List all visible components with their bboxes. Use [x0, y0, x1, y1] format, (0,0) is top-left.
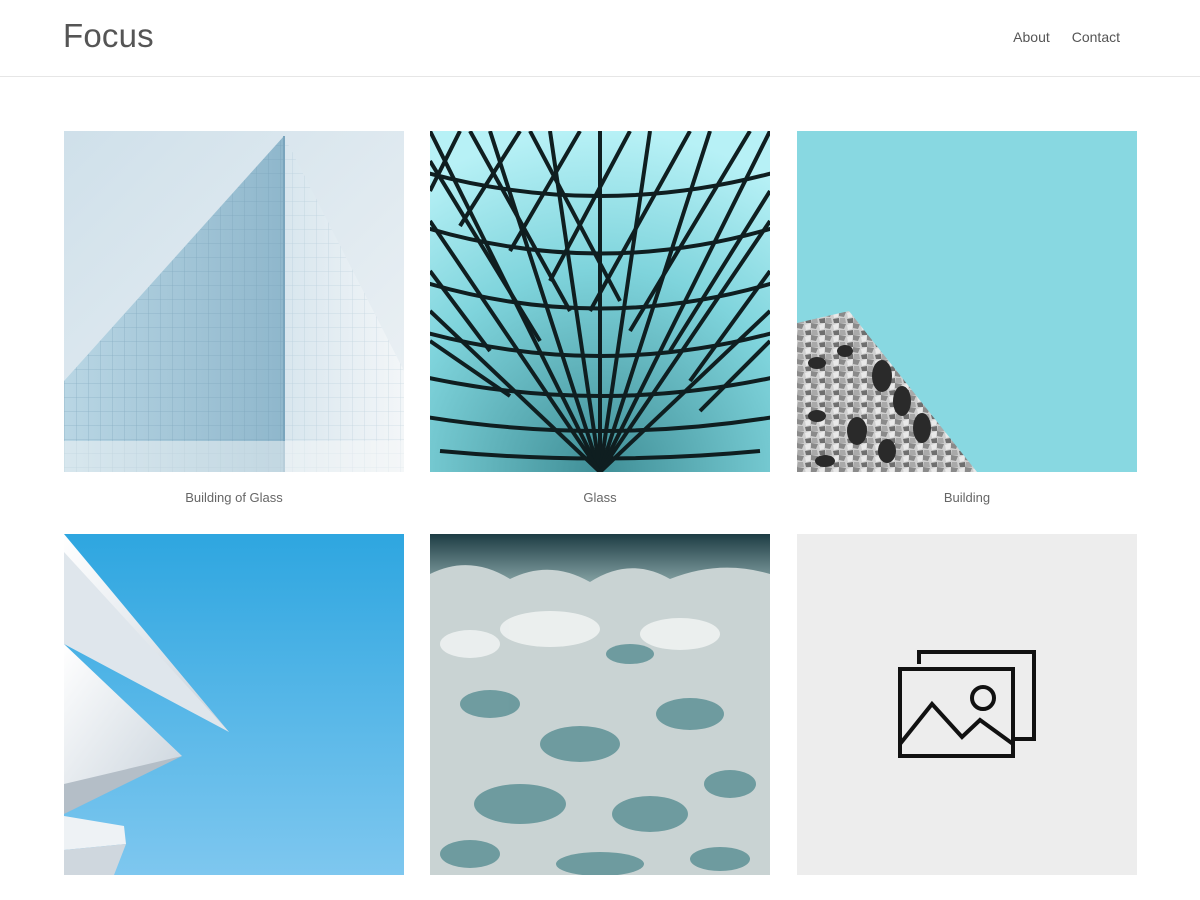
site-header: Focus About Contact [0, 0, 1200, 77]
nav-item-contact[interactable]: Contact [1072, 29, 1120, 45]
gallery-card: Glass [430, 131, 770, 505]
gallery-image-glass[interactable] [430, 131, 770, 472]
sea-foam-image [430, 534, 770, 875]
gallery-caption[interactable]: Glass [430, 490, 770, 505]
gallery-image-building[interactable] [797, 131, 1137, 472]
gallery-image-sea-foam[interactable] [430, 534, 770, 875]
mosaic-building-image [797, 131, 1137, 472]
gallery-image-building-of-glass[interactable] [64, 131, 404, 472]
nav-item-about[interactable]: About [1013, 29, 1050, 45]
gallery-caption[interactable]: Building [797, 490, 1137, 505]
gallery-card [430, 534, 770, 875]
image-placeholder-icon [797, 534, 1137, 875]
gallery-card [797, 534, 1137, 875]
gallery-card: Building [797, 131, 1137, 505]
glass-facade-image [64, 131, 404, 472]
gallery-card [64, 534, 404, 875]
geodesic-roof-image [430, 131, 770, 472]
gallery-caption[interactable]: Building of Glass [64, 490, 404, 505]
white-roof-blue-sky-image [64, 534, 404, 875]
gallery-image-white-roof[interactable] [64, 534, 404, 875]
gallery-card: Building of Glass [64, 131, 404, 505]
main-nav: About Contact [1013, 29, 1120, 45]
site-title[interactable]: Focus [63, 17, 154, 55]
gallery-image-placeholder[interactable] [797, 534, 1137, 875]
